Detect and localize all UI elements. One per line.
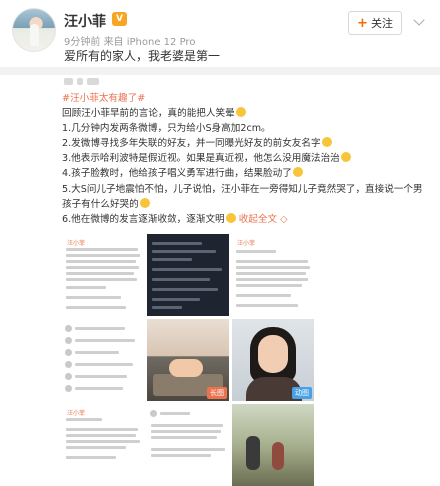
plus-icon: + — [357, 15, 368, 31]
user-bio: 爱所有的家人，我老婆是第一 — [64, 49, 221, 63]
laughing-emoji-icon — [292, 167, 303, 178]
avatar[interactable] — [12, 8, 56, 52]
post-line: 2.发微博寻找多年失联的好友，并一同曝光好友的前女友名字 — [62, 136, 430, 151]
laughing-emoji-icon — [321, 137, 332, 148]
username[interactable]: 汪小菲 — [64, 11, 106, 31]
follow-label: 关注 — [370, 17, 393, 30]
post-meta: 9分钟前 来自 iPhone 12 Pro — [64, 33, 195, 48]
weibo-screenshot-1[interactable]: 汪小菲 — [62, 234, 144, 316]
chevron-down-icon[interactable] — [413, 14, 425, 26]
woman-portrait-photo[interactable]: 动图 — [232, 319, 314, 401]
post-line: 回顾汪小菲早前的言论，真的能把人笑晕 — [62, 106, 430, 121]
outdoor-photo[interactable] — [232, 404, 314, 486]
weibo-screenshot-2[interactable]: 汪小菲 — [232, 234, 314, 316]
post-line: 1.几分钟内发两条微博，只为给小S身高加2cm。 — [62, 123, 271, 135]
long-image-badge: 长图 — [207, 387, 227, 399]
post-line: 6.他在微博的发言逐渐收敛，逐渐文明 收起全文 ◇ — [62, 212, 288, 225]
laughing-emoji-icon — [235, 107, 246, 118]
vip-badge-icon: V — [112, 12, 127, 26]
hashtag-link[interactable]: #汪小菲太有趣了# — [62, 93, 145, 104]
laughing-emoji-icon — [340, 152, 351, 163]
collapse-arrow-icon: ◇ — [280, 213, 288, 225]
post-line: 4.孩子脸教时，他给孩子唱义勇军进行曲，结果脸动了 — [62, 166, 430, 181]
gif-badge: 动图 — [292, 387, 312, 399]
post-line: 3.他表示哈利波特是假近视。如果是真近视，他怎么没用魔法治治 — [62, 151, 430, 166]
comment-screenshot[interactable] — [62, 319, 144, 401]
avatar-figure — [30, 24, 39, 46]
weibo-screenshot-4[interactable] — [147, 404, 229, 486]
post-line: 5.大S问儿子地震怕不怕，儿子说怕，汪小菲在一旁得知儿子竟然哭了，直接说一个男孩… — [62, 183, 423, 210]
dark-screenshot[interactable] — [147, 234, 229, 316]
section-divider — [0, 67, 440, 75]
laughing-emoji-icon — [225, 212, 236, 223]
collapse-link[interactable]: 收起全文 ◇ — [239, 214, 288, 225]
weibo-screenshot-3[interactable]: 汪小菲 — [62, 404, 144, 486]
image-grid: 汪小菲 汪小菲 长图 动图 汪小菲 — [62, 234, 314, 486]
weibo-post-card: 汪小菲 V 9分钟前 来自 iPhone 12 Pro + 关注 爱所有的家人，… — [0, 0, 440, 486]
child-on-bed-photo[interactable]: 长图 — [147, 319, 229, 401]
follow-button[interactable]: + 关注 — [348, 11, 402, 35]
post-line: #汪小菲太有趣了# — [62, 91, 430, 106]
blurred-text — [64, 78, 99, 86]
laughing-emoji-icon — [139, 197, 150, 208]
post-body: #汪小菲太有趣了# 回顾汪小菲早前的言论，真的能把人笑晕 1.几分钟内发两条微博… — [62, 91, 430, 227]
